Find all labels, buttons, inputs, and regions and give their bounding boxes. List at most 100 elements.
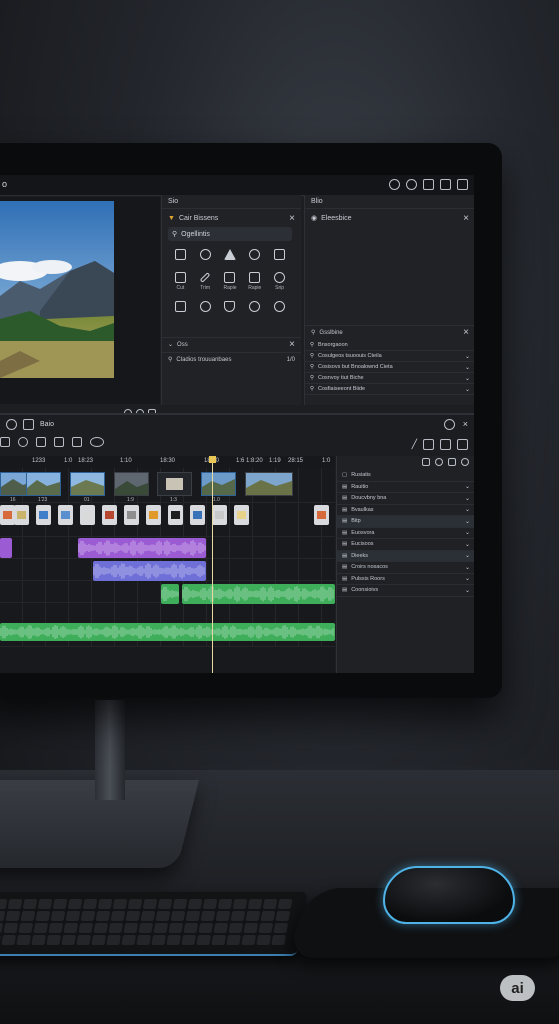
list-item[interactable]: ▤ Croirs nosacos ⌄: [337, 562, 474, 574]
list-item[interactable]: ⚲ Cosfiaiseeont Biide ⌄: [305, 384, 474, 395]
image-clip[interactable]: [124, 505, 139, 525]
clip-waveform: [161, 586, 179, 602]
close-icon[interactable]: ×: [463, 327, 469, 338]
list-item[interactable]: ▤ Coonsioivs ⌄: [337, 585, 474, 597]
shapes-search[interactable]: ⚲ Ogellintis: [168, 227, 292, 241]
razor-icon[interactable]: ╱: [412, 439, 417, 450]
image-clip[interactable]: [190, 505, 205, 525]
video-clip[interactable]: [201, 472, 236, 496]
close-icon[interactable]: ×: [463, 419, 468, 430]
list-item[interactable]: ⚲ Bnsorgaoon: [305, 340, 474, 351]
close-icon[interactable]: ×: [289, 213, 295, 224]
shape-item[interactable]: [267, 249, 292, 262]
search-icon[interactable]: [389, 179, 400, 190]
image-clip[interactable]: [14, 505, 29, 525]
image-clip[interactable]: [146, 505, 161, 525]
settings-icon[interactable]: [461, 458, 469, 466]
audio-clip[interactable]: [182, 584, 335, 604]
image-clip[interactable]: [234, 505, 249, 525]
timeline-ruler[interactable]: 1233 1:0 18:23 1:10 18:30 18:20 1:6 1:8:…: [0, 456, 335, 468]
shape-item[interactable]: [267, 301, 292, 314]
list-item[interactable]: ⚲ Cosisovs but Bnoalownd Cieta ⌄: [305, 362, 474, 373]
shape-item[interactable]: [193, 249, 218, 262]
timeline-tracks[interactable]: 16 1'23 01 1:9 1:3 1.0: [0, 456, 335, 673]
close-icon[interactable]: ×: [289, 339, 295, 350]
grid-icon[interactable]: [0, 437, 10, 447]
shape-item[interactable]: [168, 249, 193, 262]
shape-item[interactable]: [242, 301, 267, 314]
shape-item[interactable]: Trim: [193, 272, 218, 291]
shape-item[interactable]: Cut: [168, 272, 193, 291]
close-icon[interactable]: [457, 179, 468, 190]
settings-icon[interactable]: [406, 179, 417, 190]
window-icon: [274, 249, 286, 260]
list-item[interactable]: ▤ Bvaulkas ⌄: [337, 505, 474, 516]
shape-item[interactable]: [242, 249, 267, 262]
audio-clip[interactable]: [0, 623, 335, 641]
sub-row[interactable]: ⚲ Cladios trouuanbaes 1/0: [162, 352, 301, 366]
section-header[interactable]: ⌄ Oss ×: [162, 337, 301, 351]
list-item[interactable]: ▤ Dieeks ⌄: [337, 550, 474, 562]
record-icon[interactable]: [90, 437, 104, 447]
shapes-panel: Sio ▼ Cair Bissens × ⚲ Ogellintis Cut Tr…: [161, 195, 301, 405]
clip-waveform: [182, 586, 334, 602]
layout-icon[interactable]: [440, 439, 451, 450]
list-item[interactable]: ▤ Bitp ⌄: [337, 516, 474, 528]
image-clip[interactable]: [102, 505, 117, 525]
image-clip[interactable]: [314, 505, 329, 525]
ruler-tick: 18:23: [78, 458, 94, 464]
folder-icon[interactable]: [23, 419, 34, 430]
list-item[interactable]: ▤ Pulssis Roors ⌄: [337, 574, 474, 585]
shape-item[interactable]: [168, 301, 193, 314]
video-clip[interactable]: [114, 472, 149, 496]
chat-icon[interactable]: [54, 437, 64, 447]
layout-icon[interactable]: [423, 179, 434, 190]
window-icon[interactable]: [440, 179, 451, 190]
audio-clip[interactable]: [78, 538, 206, 558]
lock-icon[interactable]: [72, 437, 82, 447]
image-clip[interactable]: [168, 505, 183, 525]
keyboard-key: [95, 911, 111, 921]
image-clip[interactable]: [80, 505, 95, 525]
video-clip[interactable]: [26, 472, 61, 496]
layout-icon[interactable]: [448, 458, 456, 466]
video-clip[interactable]: [157, 472, 192, 496]
list-item[interactable]: ▢ Rusiatis: [337, 470, 474, 482]
grid-icon[interactable]: [422, 458, 430, 466]
audio-clip[interactable]: [93, 561, 206, 581]
clock-icon[interactable]: [18, 437, 28, 447]
image-clip[interactable]: [212, 505, 227, 525]
section-header[interactable]: ⚲ Gsslbine ×: [305, 325, 474, 339]
playhead[interactable]: [209, 456, 216, 673]
shape-item[interactable]: [193, 301, 218, 314]
crop-icon[interactable]: [423, 439, 434, 450]
shape-item[interactable]: [218, 249, 243, 262]
settings-icon[interactable]: [6, 419, 17, 430]
list-item[interactable]: ▤ Eucisoos ⌄: [337, 539, 474, 551]
shape-item[interactable]: Rapie: [242, 272, 267, 291]
search-icon[interactable]: [435, 458, 443, 466]
shape-item[interactable]: [218, 301, 243, 314]
video-clip[interactable]: [70, 472, 105, 496]
audio-clip[interactable]: [161, 584, 179, 604]
shape-item[interactable]: Srip: [267, 272, 292, 291]
image-clip[interactable]: [0, 505, 15, 525]
image-clip[interactable]: [58, 505, 73, 525]
audio-clip[interactable]: [0, 538, 12, 558]
list-item[interactable]: ⚲ Cosulgeos tsuoouis Cteila ⌄: [305, 351, 474, 362]
square-icon: [174, 301, 186, 312]
video-clip[interactable]: [245, 472, 293, 496]
keyboard-key: [258, 923, 274, 933]
audio-track-4[interactable]: [0, 602, 335, 625]
magnet-icon[interactable]: [36, 437, 46, 447]
list-item[interactable]: ▤ Doucvbny bna ⌄: [337, 493, 474, 505]
search-input[interactable]: Ogellintis: [181, 231, 210, 238]
shape-item[interactable]: Rapie: [218, 272, 243, 291]
list-item[interactable]: ▤ Euosvora ⌄: [337, 528, 474, 539]
image-clip[interactable]: [36, 505, 51, 525]
close-icon[interactable]: ×: [463, 213, 469, 224]
list-item[interactable]: ⚲ Cosnvoy tiut Biche ⌄: [305, 373, 474, 384]
search-icon[interactable]: [443, 419, 455, 430]
list-item[interactable]: ▤ Rauitio ⌄: [337, 482, 474, 493]
expand-icon[interactable]: [457, 439, 468, 450]
